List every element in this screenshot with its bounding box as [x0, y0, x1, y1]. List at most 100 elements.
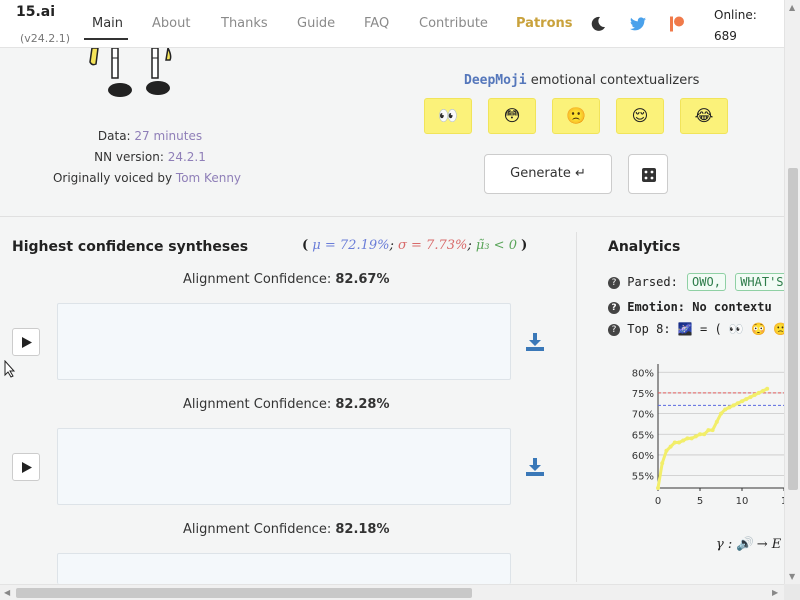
nav-about[interactable]: About: [152, 16, 190, 31]
chart-y-tick-label: 80%: [632, 368, 654, 379]
analytics-emotion: ? Emotion: No contextu: [608, 300, 772, 314]
download-icon[interactable]: [526, 333, 544, 351]
chart-data-point: [685, 436, 690, 441]
brand-logo[interactable]: 15.ai: [16, 4, 55, 20]
navbar: 15.ai (v24.2.1) Main About Thanks Guide …: [0, 0, 784, 48]
generate-button[interactable]: Generate ↵: [484, 154, 612, 194]
analytics-title: Analytics: [608, 239, 681, 255]
moon-icon[interactable]: [590, 16, 606, 32]
audio-waveform[interactable]: [57, 303, 511, 380]
chart-data-point: [756, 390, 761, 395]
column-divider: [576, 232, 577, 582]
analytics-parsed: ? Parsed: OWO, WHAT'S: [608, 273, 789, 291]
scroll-up-icon[interactable]: ▲: [789, 3, 795, 12]
vertical-scroll-thumb[interactable]: [788, 168, 798, 490]
chart-y-tick-label: 75%: [632, 389, 654, 400]
alignment-value: 82.67%: [335, 272, 390, 287]
chart-data-point: [668, 444, 673, 449]
dice-icon: [642, 168, 656, 182]
chart-data-point: [765, 386, 770, 391]
nav-patrons[interactable]: Patrons: [516, 16, 573, 31]
chart-data-point: [723, 407, 728, 412]
alignment-value: 82.18%: [335, 522, 390, 537]
nav-active-underline: [84, 38, 128, 40]
chart-x-tick-label: 0: [655, 496, 661, 507]
chart-data-point: [727, 405, 732, 410]
alignment-label: Alignment Confidence:: [183, 397, 332, 412]
info-nn-label: NN version:: [94, 150, 164, 164]
vertical-scrollbar[interactable]: ▲ ▼: [784, 0, 800, 584]
emoji-button[interactable]: 😌: [616, 98, 664, 134]
audio-waveform[interactable]: [57, 428, 511, 505]
gamma-mapping: γ : 🔊 → E: [716, 537, 782, 552]
chart-data-point: [664, 448, 669, 453]
alignment-label: Alignment Confidence:: [183, 522, 332, 537]
chart-data-point: [702, 432, 707, 437]
info-nn-version: NN version: 24.2.1: [20, 150, 280, 164]
twitter-icon[interactable]: [630, 17, 646, 31]
horizontal-scroll-thumb[interactable]: [16, 588, 472, 598]
nav-thanks[interactable]: Thanks: [221, 16, 268, 31]
play-icon: [22, 462, 32, 473]
scroll-right-icon[interactable]: ▶: [772, 588, 778, 597]
chart-data-point: [656, 486, 660, 490]
help-icon[interactable]: ?: [608, 302, 620, 314]
info-voiced-value[interactable]: Tom Kenny: [176, 171, 241, 185]
chart-y-tick-label: 60%: [632, 451, 654, 462]
play-button[interactable]: [12, 453, 40, 481]
info-voiced-by: Originally voiced by Tom Kenny: [17, 171, 277, 185]
nav-guide[interactable]: Guide: [297, 16, 335, 31]
play-icon: [22, 337, 32, 348]
emoji-button[interactable]: 🙁: [552, 98, 600, 134]
chart-data-point: [689, 436, 694, 441]
info-data: Data: 27 minutes: [20, 129, 280, 143]
chart-data-point: [714, 419, 719, 424]
chart-data-point: [710, 428, 715, 433]
parsed-token[interactable]: WHAT'S: [735, 273, 789, 291]
analytics-top8: ? Top 8: 🌌 = ( 👀 😳 🙁 =: [608, 322, 800, 336]
horizontal-scrollbar[interactable]: ◀ ▶: [0, 584, 784, 600]
chart-data-point: [706, 428, 711, 433]
stat-skew: μ̃₃ < 0: [475, 238, 517, 253]
deepmoji-title: DeepMoji emotional contextualizers: [464, 73, 699, 88]
synthesis-stats: ( μ = 72.19%; σ = 7.73%; μ̃₃ < 0 ): [302, 238, 528, 253]
deepmoji-subtitle: emotional contextualizers: [530, 73, 700, 88]
help-icon[interactable]: ?: [608, 324, 620, 336]
dice-button[interactable]: [628, 154, 668, 194]
patreon-icon[interactable]: [670, 16, 684, 32]
info-data-label: Data:: [97, 129, 131, 143]
top8-label: Top 8:: [627, 322, 671, 336]
help-icon[interactable]: ?: [608, 277, 620, 289]
audio-waveform[interactable]: [57, 553, 511, 584]
parsed-token[interactable]: OWO,: [687, 273, 726, 291]
stat-std: σ = 7.73%: [398, 238, 468, 253]
deepmoji-brand[interactable]: DeepMoji: [464, 73, 527, 88]
syntheses-title: Highest confidence syntheses: [12, 239, 249, 255]
nav-faq[interactable]: FAQ: [364, 16, 389, 31]
chart-series-line: [656, 387, 768, 489]
scroll-down-icon[interactable]: ▼: [789, 572, 795, 581]
chart-data-point: [731, 403, 736, 408]
brand-version: (v24.2.1): [20, 32, 71, 45]
alignment-confidence: Alignment Confidence: 82.28%: [183, 397, 390, 412]
nav-main[interactable]: Main: [92, 16, 123, 31]
chart-y-tick-label: 65%: [632, 430, 654, 441]
nav-contribute[interactable]: Contribute: [419, 16, 488, 31]
download-icon[interactable]: [526, 458, 544, 476]
emoji-button[interactable]: 😂: [680, 98, 728, 134]
play-button[interactable]: [12, 328, 40, 356]
parsed-label: Parsed:: [627, 275, 678, 289]
chart-x-tick-label: 10: [736, 496, 749, 507]
chart-data-point: [677, 440, 681, 445]
info-voiced-label: Originally voiced by: [52, 171, 173, 185]
online-label: Online:: [714, 8, 757, 22]
info-data-value: 27 minutes: [134, 129, 203, 143]
mouse-cursor-icon: [4, 360, 16, 378]
scroll-left-icon[interactable]: ◀: [4, 588, 10, 597]
stat-mean: μ = 72.19%: [312, 238, 390, 253]
chart-data-point: [740, 399, 744, 404]
emoji-button[interactable]: 😳: [488, 98, 536, 134]
chart-data-point: [748, 395, 753, 400]
chart-data-point: [744, 397, 749, 402]
emoji-button[interactable]: 👀: [424, 98, 472, 134]
